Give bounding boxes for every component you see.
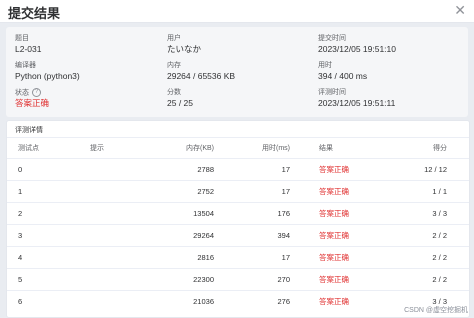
case-memory: 2752 [197,187,214,196]
case-id: 1 [18,187,23,196]
case-memory: 29264 [193,231,214,240]
user-value: たいなか [167,44,202,54]
case-score: 2 / 2 [432,275,447,284]
info-time: 用时 394 / 400 ms [318,61,367,82]
case-id: 6 [18,297,23,306]
case-score: 2 / 2 [432,231,447,240]
judge-details-card: 评测详情 测试点 提示 内存(KB) 用时(ms) 结果 得分 0 2788 1… [6,120,470,318]
case-result: 答案正确 [319,231,349,240]
divider [7,137,469,138]
compiler-value: Python (python3) [15,71,80,81]
submission-info-panel: 题目 L2-031 用户 たいなか 提交时间 2023/12/05 19:51:… [6,27,468,117]
info-memory: 内存 29264 / 65536 KB [167,61,235,82]
judge-time-value: 2023/12/05 19:51:11 [318,98,396,108]
case-result: 答案正确 [319,209,349,218]
info-status: 状态? 答案正确 [15,88,49,109]
case-memory: 2816 [197,253,214,262]
column-header-hint: 提示 [90,145,104,152]
case-score: 1 / 1 [432,187,447,196]
case-time: 17 [281,165,290,174]
column-header-memory: 内存(KB) [186,145,214,152]
info-score: 分数 25 / 25 [167,88,193,109]
question-icon[interactable]: ? [32,88,41,97]
problem-value[interactable]: L2-031 [15,44,41,55]
info-problem: 题目 L2-031 [15,34,41,55]
case-time: 394 [277,231,290,240]
column-header-score: 得分 [433,145,447,152]
case-result: 答案正确 [319,275,349,284]
table-header: 测试点 提示 内存(KB) 用时(ms) 结果 得分 [7,139,469,158]
judge-time-label: 评测时间 [318,89,346,96]
case-score: 12 / 12 [424,165,447,174]
column-header-case: 测试点 [18,145,39,152]
case-id: 0 [18,165,23,174]
time-value: 394 / 400 ms [318,71,368,81]
info-compiler: 编译器 Python (python3) [15,61,80,82]
case-time: 276 [277,297,290,306]
score-value: 25 / 25 [167,98,193,108]
case-id: 3 [18,231,23,240]
case-result: 答案正确 [319,165,349,174]
case-time: 17 [281,187,290,196]
case-memory: 22300 [193,275,214,284]
case-result: 答案正确 [319,187,349,196]
submit-time-label: 提交时间 [318,35,346,42]
case-score: 2 / 2 [432,253,447,262]
submit-time-value: 2023/12/05 19:51:10 [318,44,396,54]
memory-label: 内存 [167,62,181,69]
table-row: 2 13504 176 答案正确 3 / 3 [7,202,469,225]
column-header-time: 用时(ms) [262,145,290,152]
status-label: 状态 [15,89,29,97]
case-result: 答案正确 [319,297,349,306]
dialog-header: 提交结果 ✕ [0,0,474,23]
table-row: 0 2788 17 答案正确 12 / 12 [7,158,469,181]
case-id: 2 [18,209,23,218]
compiler-label: 编译器 [15,62,36,69]
score-label: 分数 [167,89,181,96]
info-judge-time: 评测时间 2023/12/05 19:51:11 [318,88,395,109]
time-label: 用时 [318,62,332,69]
table-row: 5 22300 270 答案正确 2 / 2 [7,268,469,291]
case-score: 3 / 3 [432,209,447,218]
case-time: 17 [281,253,290,262]
case-memory: 2788 [197,165,214,174]
case-id: 4 [18,253,23,262]
table-row: 6 21036 276 答案正确 3 / 3 [7,290,469,313]
case-time: 270 [277,275,290,284]
case-memory: 21036 [193,297,214,306]
case-result: 答案正确 [319,253,349,262]
column-header-result: 结果 [319,145,333,152]
dialog-title: 提交结果 [8,6,61,21]
user-label: 用户 [167,35,181,42]
table-row: 4 2816 17 答案正确 2 / 2 [7,246,469,269]
status-value: 答案正确 [15,98,50,109]
details-title: 评测详情 [15,127,43,134]
watermark: CSDN @虚空挖掘机 [404,307,468,314]
info-user: 用户 たいなか [167,34,201,55]
info-submit-time: 提交时间 2023/12/05 19:51:10 [318,34,396,55]
close-icon[interactable]: ✕ [454,2,466,19]
table-row: 3 29264 394 答案正确 2 / 2 [7,224,469,247]
table-row: 1 2752 17 答案正确 1 / 1 [7,180,469,203]
case-time: 176 [277,209,290,218]
memory-value: 29264 / 65536 KB [167,71,236,81]
problem-label: 题目 [15,35,29,42]
case-memory: 13504 [193,209,214,218]
case-id: 5 [18,275,23,284]
